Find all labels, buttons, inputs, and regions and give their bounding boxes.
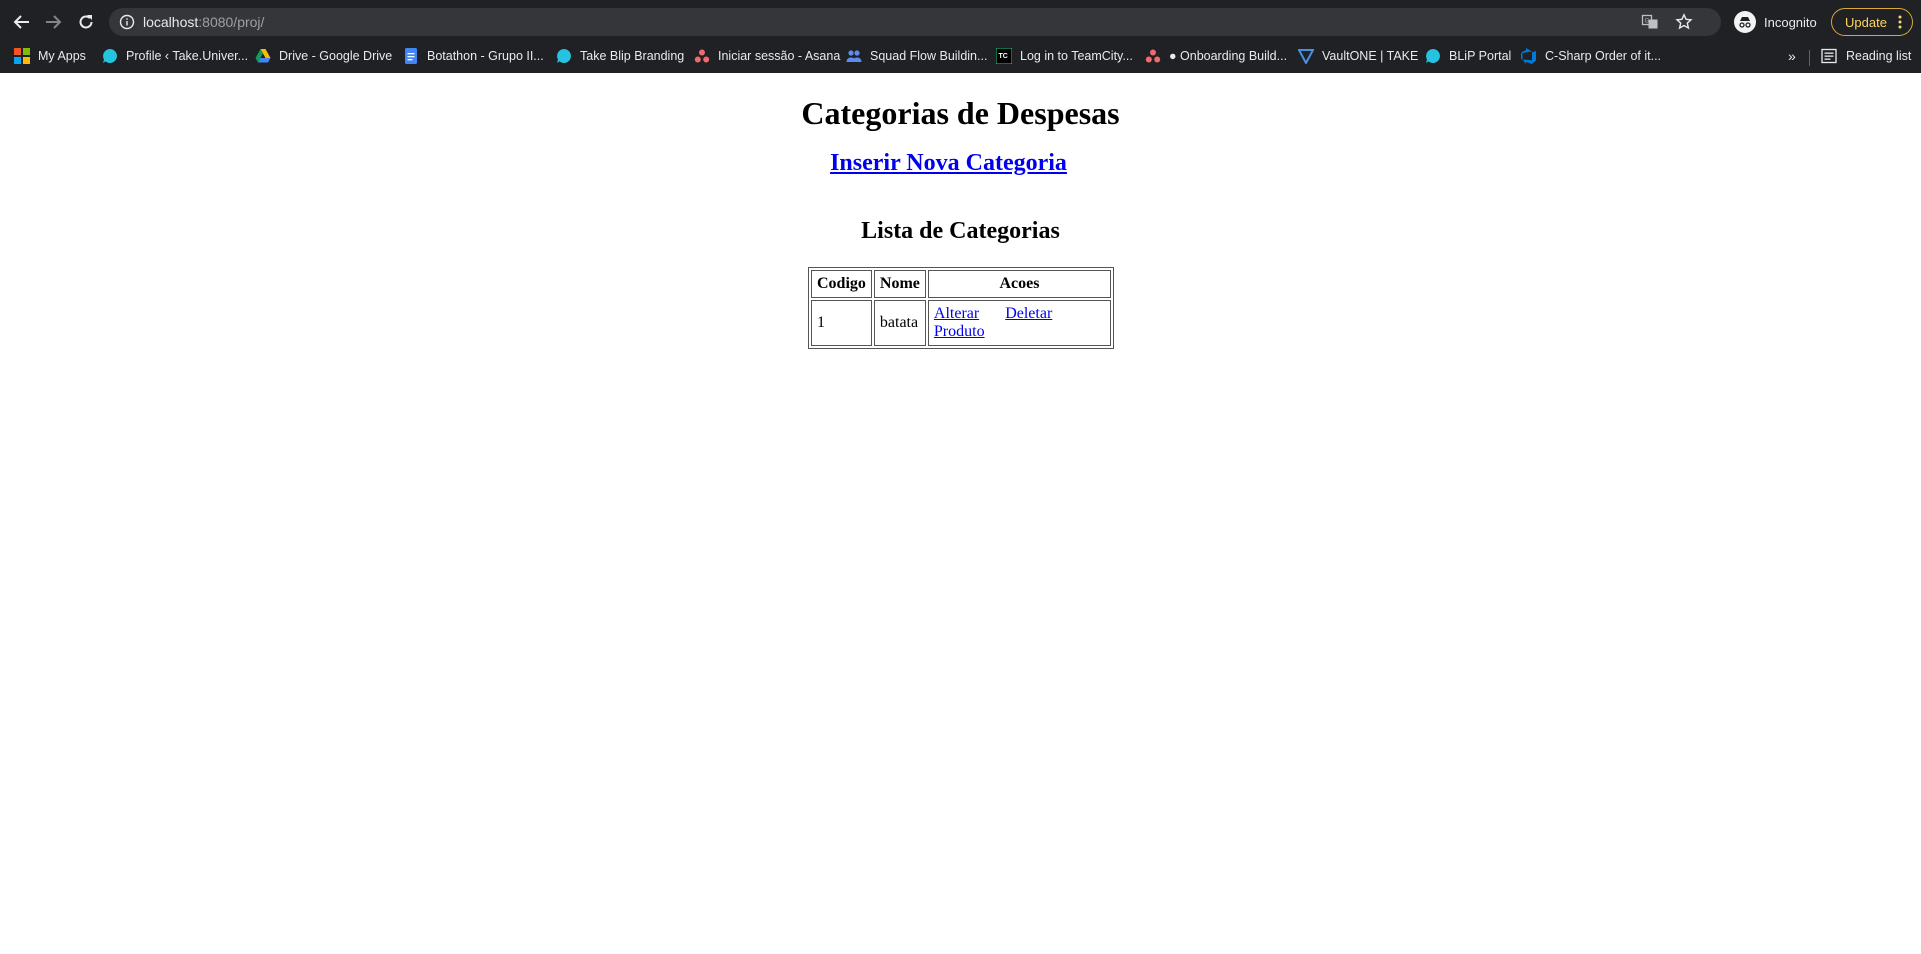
bookmark-label: BLiP Portal bbox=[1449, 49, 1512, 63]
browser-toolbar: localhost:8080/proj/ G Incognito Update bbox=[0, 4, 1921, 40]
forward-button[interactable] bbox=[41, 10, 65, 34]
blip-icon bbox=[102, 48, 118, 64]
categories-table: Codigo Nome Acoes 1 batata Alterar Delet… bbox=[808, 267, 1114, 349]
cell-codigo: 1 bbox=[811, 300, 872, 346]
google-drive-icon bbox=[255, 48, 271, 64]
bookmark-label: Profile ‹ Take.Univer... bbox=[126, 49, 249, 63]
bookmark-item[interactable]: My Apps bbox=[14, 44, 86, 68]
bookmark-item[interactable]: VaultONE | TAKE bbox=[1298, 44, 1418, 68]
back-button[interactable] bbox=[10, 10, 34, 34]
bookmark-label: My Apps bbox=[38, 49, 86, 63]
bookmark-item[interactable]: C-Sharp Order of it... bbox=[1521, 44, 1661, 68]
google-docs-icon bbox=[403, 48, 419, 64]
bookmarks-separator bbox=[1809, 50, 1810, 66]
arrow-right-icon bbox=[46, 15, 62, 29]
incognito-indicator[interactable]: Incognito bbox=[1734, 8, 1817, 36]
alterar-link[interactable]: Alterar bbox=[934, 305, 979, 322]
page-content: Categorias de Despesas Inserir Nova Cate… bbox=[0, 73, 1921, 954]
bookmark-item[interactable]: Squad Flow Buildin... bbox=[846, 44, 987, 68]
bookmark-star-icon[interactable] bbox=[1675, 13, 1693, 31]
blip-icon bbox=[1425, 48, 1441, 64]
update-label: Update bbox=[1845, 14, 1887, 30]
bookmark-label: Take Blip Branding bbox=[580, 49, 685, 63]
vaultone-icon bbox=[1298, 48, 1314, 64]
table-header-row: Codigo Nome Acoes bbox=[811, 270, 1111, 298]
new-category-link[interactable]: Inserir Nova Categoria bbox=[830, 150, 1067, 176]
apps-grid-icon bbox=[14, 48, 30, 64]
browser-chrome: localhost:8080/proj/ G Incognito Update … bbox=[0, 0, 1921, 73]
bookmarks-bar: My Apps Profile ‹ Take.Univer... Drive -… bbox=[0, 42, 1921, 70]
page-title: Categorias de Despesas bbox=[801, 95, 1120, 131]
bookmark-label: Iniciar sessão - Asana bbox=[718, 49, 841, 63]
bookmark-item[interactable]: BLiP Portal bbox=[1425, 44, 1511, 68]
arrow-left-icon bbox=[13, 15, 29, 29]
url-text[interactable]: localhost:8080/proj/ bbox=[143, 14, 264, 30]
cell-acoes: Alterar Deletar Produto bbox=[927, 300, 1111, 346]
info-icon[interactable] bbox=[119, 14, 135, 30]
people-icon bbox=[846, 48, 862, 64]
azure-devops-icon bbox=[1521, 48, 1537, 64]
bookmark-item[interactable]: Botathon - Grupo II... bbox=[403, 44, 544, 68]
cell-nome: batata bbox=[873, 300, 926, 346]
header-nome: Nome bbox=[873, 270, 926, 298]
update-button[interactable]: Update bbox=[1831, 8, 1913, 36]
bookmark-item[interactable]: Take Blip Branding bbox=[556, 44, 684, 68]
blip-icon bbox=[556, 48, 572, 64]
url-host: localhost bbox=[143, 14, 199, 30]
deletar-link[interactable]: Deletar bbox=[1005, 305, 1052, 322]
bookmark-item[interactable]: Profile ‹ Take.Univer... bbox=[102, 44, 248, 68]
reload-icon bbox=[79, 15, 93, 29]
produto-link[interactable]: Produto bbox=[934, 323, 985, 340]
bookmark-item[interactable]: Drive - Google Drive bbox=[255, 44, 392, 68]
reload-button[interactable] bbox=[74, 10, 98, 34]
url-path: :8080/proj/ bbox=[198, 14, 265, 30]
svg-text:G: G bbox=[1645, 19, 1650, 25]
bookmark-label: ● Onboarding Build... bbox=[1169, 49, 1288, 63]
bookmark-label: Log in to TeamCity... bbox=[1020, 49, 1133, 63]
asana-icon bbox=[1145, 48, 1161, 64]
header-acoes: Acoes bbox=[927, 270, 1111, 298]
address-bar[interactable]: localhost:8080/proj/ G bbox=[109, 8, 1721, 36]
reading-list-label: Reading list bbox=[1846, 49, 1912, 63]
header-codigo: Codigo bbox=[811, 270, 872, 298]
svg-text:TC: TC bbox=[999, 53, 1008, 60]
incognito-label: Incognito bbox=[1764, 14, 1817, 30]
bookmark-label: Drive - Google Drive bbox=[279, 49, 393, 63]
teamcity-icon: TC bbox=[996, 48, 1012, 64]
incognito-icon bbox=[1734, 11, 1756, 33]
bookmark-label: VaultONE | TAKE bbox=[1322, 49, 1419, 63]
asana-icon bbox=[694, 48, 710, 64]
bookmark-label: Squad Flow Buildin... bbox=[870, 49, 988, 63]
kebab-menu-icon bbox=[1898, 15, 1902, 29]
reading-list-button[interactable]: Reading list bbox=[1821, 44, 1911, 68]
new-category-link-wrapper: Inserir Nova Categoria bbox=[0, 150, 1897, 177]
list-title: Lista de Categorias bbox=[861, 218, 1060, 244]
bookmark-label: C-Sharp Order of it... bbox=[1545, 49, 1662, 63]
translate-icon[interactable]: G bbox=[1641, 13, 1659, 31]
bookmark-item[interactable]: Iniciar sessão - Asana bbox=[694, 44, 840, 68]
table-row: 1 batata Alterar Deletar Produto bbox=[811, 300, 1111, 346]
bookmark-item[interactable]: ● Onboarding Build... bbox=[1145, 44, 1287, 68]
bookmark-label: Botathon - Grupo II... bbox=[427, 49, 544, 63]
reading-list-icon bbox=[1821, 48, 1837, 64]
more-bookmarks-button[interactable]: » bbox=[1788, 44, 1796, 68]
bookmark-item[interactable]: TC Log in to TeamCity... bbox=[996, 44, 1133, 68]
